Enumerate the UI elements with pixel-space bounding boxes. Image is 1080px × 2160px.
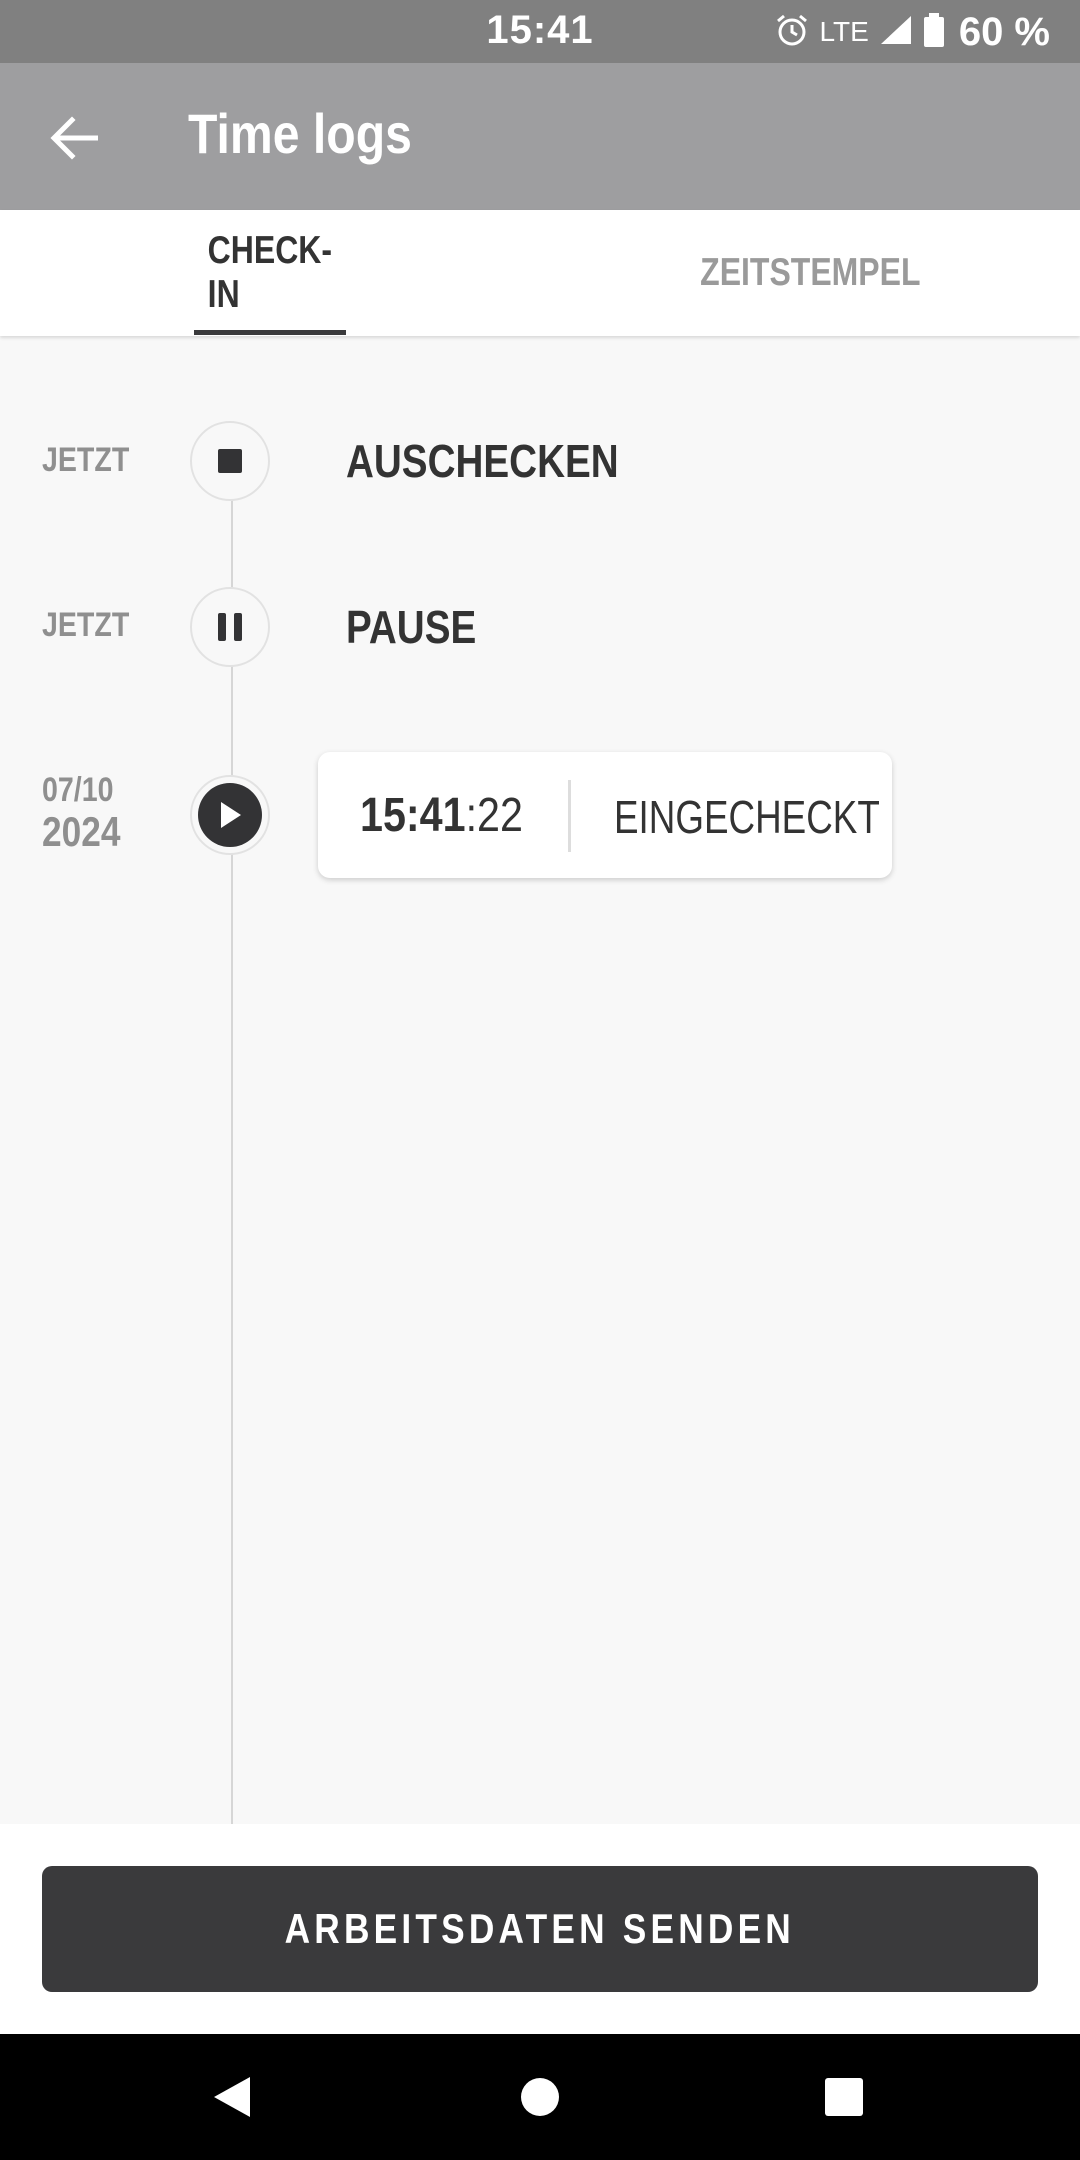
bottom-panel: ARBEITSDATEN SENDEN [0, 1824, 1080, 2034]
checkin-time: 15:41:22 [360, 788, 523, 843]
checkin-card[interactable]: 15:41:22 EINGECHECKT [318, 752, 892, 878]
checkout-node[interactable] [190, 421, 270, 501]
status-icons: LTE 60 % [774, 8, 1050, 56]
signal-icon [879, 14, 913, 51]
pause-node[interactable] [190, 587, 270, 667]
timeline-date-year: 2024 [42, 808, 121, 855]
tab-check-in-label: CHECK-IN [207, 229, 333, 316]
play-icon [221, 802, 241, 828]
tab-zeitstempel-label: ZEITSTEMPEL [699, 251, 921, 294]
stop-icon [218, 449, 242, 473]
arrow-back-icon [50, 116, 98, 160]
timeline-date-label: JETZT [42, 606, 130, 644]
back-button[interactable] [34, 103, 114, 173]
battery-icon [923, 12, 945, 52]
timeline-date: JETZT [42, 606, 146, 645]
tab-bar: CHECK-IN ZEITSTEMPEL [0, 210, 1080, 336]
timeline-date: 07/10 2024 [42, 770, 135, 855]
timeline-date: JETZT [42, 441, 146, 480]
nav-home-icon [521, 2078, 559, 2116]
nav-recents-icon [825, 2078, 863, 2116]
tab-zeitstempel[interactable]: ZEITSTEMPEL [660, 210, 960, 336]
status-bar: 15:41 LTE 60 % [0, 0, 1080, 63]
active-tab-indicator [194, 330, 346, 335]
battery-percent: 60 % [958, 9, 1050, 54]
app-bar: Time logs [0, 63, 1080, 210]
screen: 15:41 LTE 60 % Time logs CHECK-IN ZEITST… [0, 0, 1080, 2160]
pause-action[interactable]: PAUSE [346, 600, 476, 654]
nav-home-button[interactable] [480, 2034, 600, 2160]
card-divider [568, 780, 571, 852]
timeline-date-label: JETZT [42, 441, 130, 479]
checkout-action[interactable]: AUSCHECKEN [346, 434, 619, 488]
pause-icon [218, 613, 242, 641]
nav-back-button[interactable] [172, 2034, 292, 2160]
checkin-time-seconds: :22 [465, 789, 523, 842]
nav-recents-button[interactable] [784, 2034, 904, 2160]
timeline-date-day: 07/10 [42, 771, 114, 809]
checkin-time-hm: 15:41 [360, 789, 466, 842]
tab-check-in[interactable]: CHECK-IN [194, 210, 346, 336]
checked-in-node [190, 775, 270, 855]
send-work-data-button[interactable]: ARBEITSDATEN SENDEN [42, 1866, 1038, 1992]
send-button-label: ARBEITSDATEN SENDEN [284, 1905, 796, 1952]
page-title: Time logs [188, 102, 412, 165]
checkin-status: EINGECHECKT [614, 791, 880, 843]
nav-back-icon [214, 2077, 250, 2117]
network-type: LTE [819, 16, 869, 47]
alarm-icon [774, 12, 810, 53]
system-nav-bar [0, 2034, 1080, 2160]
